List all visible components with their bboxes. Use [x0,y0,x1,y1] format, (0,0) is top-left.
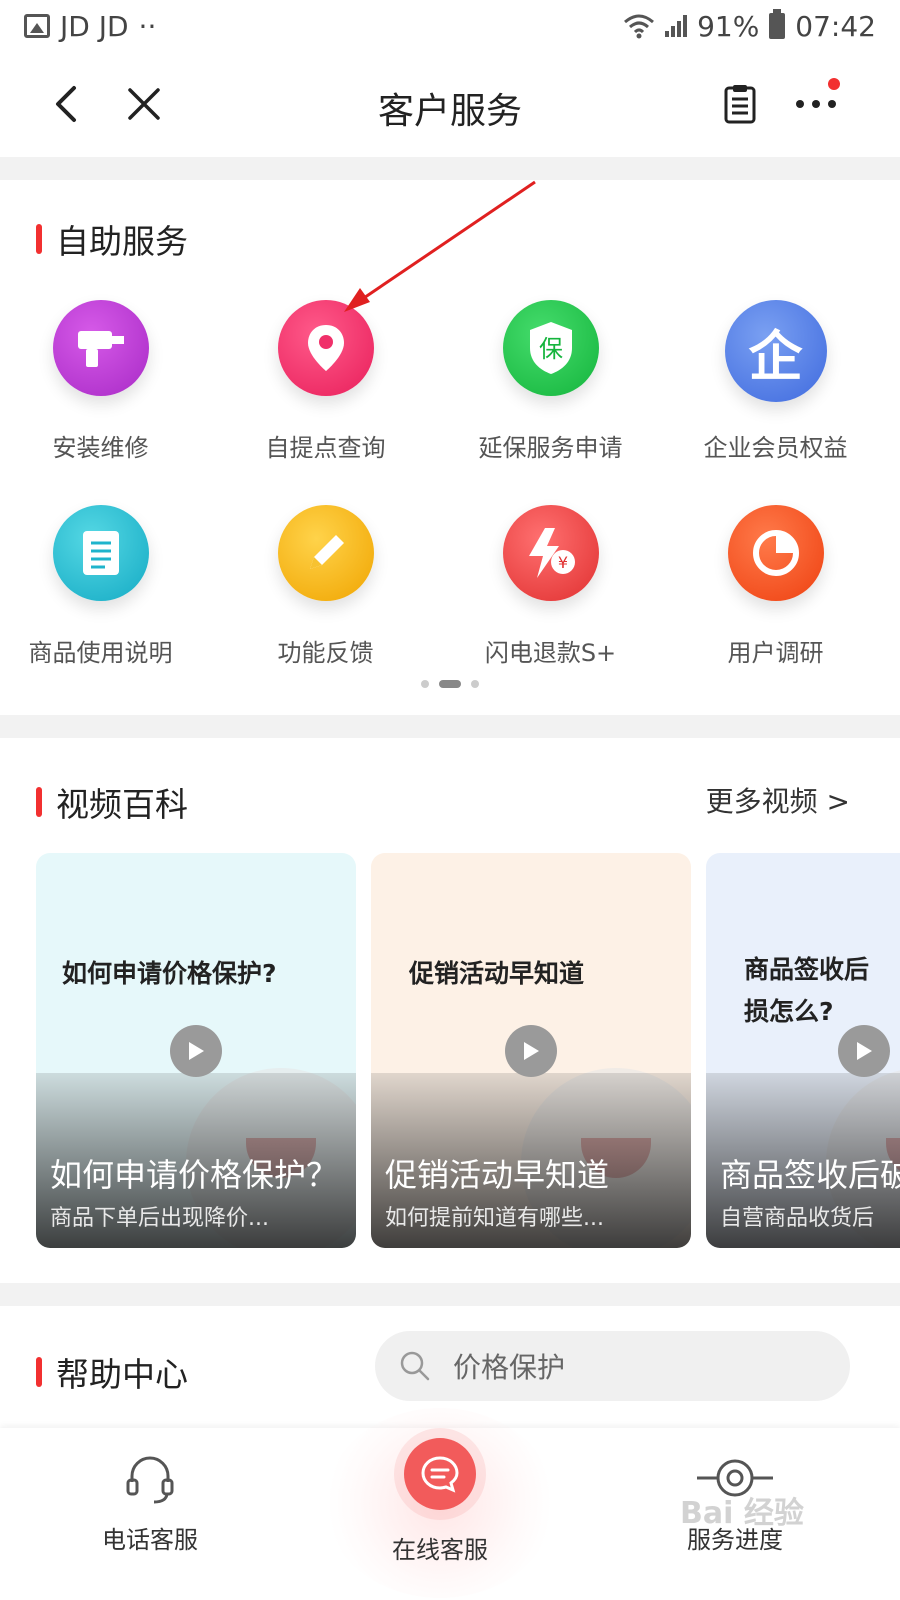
video-caption: 如何申请价格保护？ [50,1156,339,1194]
online-service-tab[interactable]: 在线客服 [340,1438,540,1565]
watermark: Bai 经验 [680,1496,804,1531]
video-caption: 商品签收后破 [720,1156,900,1194]
svg-text:¥: ¥ [557,553,567,572]
service-item-flash-refund[interactable]: ¥ 闪电退款S+ [438,505,663,668]
gallery-notification-icon [24,14,50,38]
battery-icon [769,9,786,39]
pencil-icon [277,505,374,601]
self-service-section: 自助服务 安装维修 自提点查询 保 延保服务申请 企 企业会员权益 商品使用说明 [0,180,900,715]
search-icon [400,1351,430,1381]
video-card[interactable]: 商品签收后 损怎么? 商品签收后破 自营商品收货后 [706,853,900,1248]
enterprise-qi-icon: 企 [724,300,827,402]
section-title-self-service: 自助服务 [36,215,188,263]
lightning-yen-icon: ¥ [502,505,599,601]
play-icon[interactable] [170,1025,222,1077]
section-title-video: 视频百科 [36,778,188,826]
notification-dot [828,78,840,90]
status-dots: ·· [138,9,157,43]
play-icon[interactable] [505,1025,557,1077]
service-item-install-repair[interactable]: 安装维修 [0,300,213,463]
play-icon[interactable] [838,1025,890,1077]
drill-icon [52,300,149,396]
annotation-arrow [344,180,536,312]
carousel-page-indicator [0,680,900,688]
help-search-input[interactable]: 价格保护 [375,1331,850,1401]
section-accent-bar [36,224,42,254]
headset-icon [126,1456,174,1504]
service-item-user-survey[interactable]: 用户调研 [663,505,888,668]
more-dots-icon [796,100,836,108]
battery-percent: 91% [697,9,760,43]
document-icon [52,505,149,601]
service-item-product-manual[interactable]: 商品使用说明 [0,505,213,668]
section-accent-bar [36,1357,42,1387]
status-bar: JD JD ·· 91% 07:42 [0,0,900,52]
signal-icon [665,15,688,37]
top-nav-bar: 客户服务 [0,52,900,157]
video-subtitle: 如何提前知道有哪些... [385,1206,604,1231]
phone-service-tab[interactable]: 电话客服 [50,1450,250,1555]
video-section: 视频百科 更多视频 > 如何申请价格保护? 如何申请价格保护？ 商品下单后出现降… [0,738,900,1283]
service-item-feedback[interactable]: 功能反馈 [213,505,438,668]
more-button[interactable] [786,74,846,134]
bottom-tab-bar: 电话客服 在线客服 服务进度 Bai 经验 [0,1408,900,1600]
video-subtitle: 商品下单后出现降价... [50,1206,269,1231]
section-title-help: 帮助中心 [36,1348,188,1396]
status-carrier: JD JD [60,9,129,43]
service-item-enterprise-member[interactable]: 企 企业会员权益 [663,300,888,463]
video-caption: 促销活动早知道 [385,1156,610,1194]
service-item-extended-warranty[interactable]: 保 延保服务申请 [438,300,663,463]
more-videos-link[interactable]: 更多视频 > [706,780,850,820]
clipboard-icon [724,85,756,124]
video-card[interactable]: 如何申请价格保护? 如何申请价格保护？ 商品下单后出现降价... [36,853,356,1248]
section-accent-bar [36,787,42,817]
pie-chart-icon [727,505,824,601]
status-time: 07:42 [795,9,876,43]
video-subtitle: 自营商品收货后 [720,1206,875,1231]
svg-text:保: 保 [539,335,563,363]
chat-bubble-icon [404,1438,476,1510]
search-placeholder: 价格保护 [453,1351,566,1384]
wifi-icon [624,14,655,39]
orders-button[interactable] [710,74,770,134]
service-item-pickup-point[interactable]: 自提点查询 [213,300,438,463]
video-card[interactable]: 促销活动早知道 促销活动早知道 如何提前知道有哪些... [371,853,691,1248]
